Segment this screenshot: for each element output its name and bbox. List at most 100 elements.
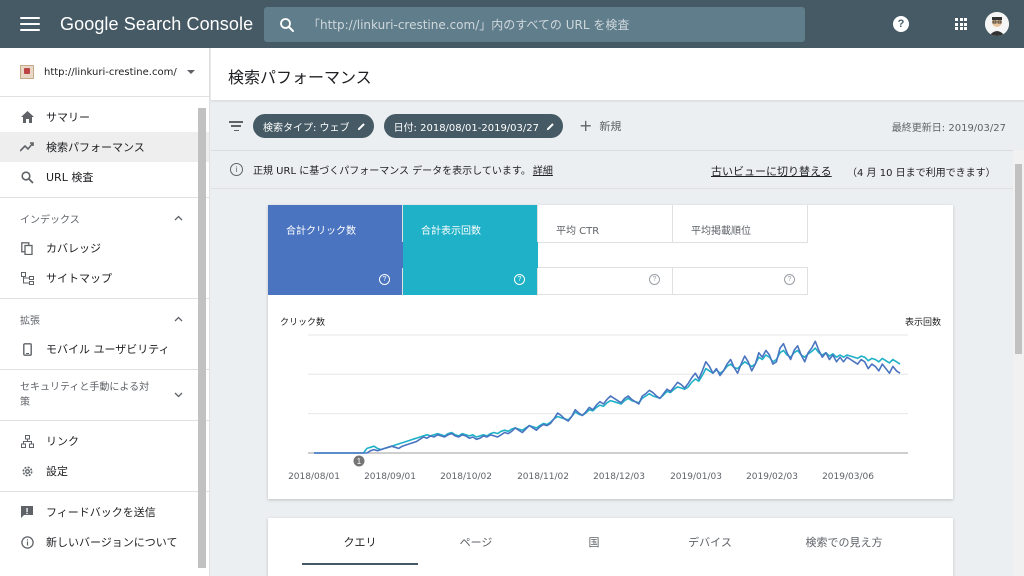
sidebar-item-label: 新しいバージョンについて — [46, 536, 178, 549]
help-icon[interactable]: ? — [379, 274, 390, 285]
x-tick-label: 2018/11/02 — [517, 472, 569, 482]
chevron-up-icon — [174, 215, 183, 221]
x-tick-label: 2019/03/06 — [822, 472, 874, 482]
metric-tabs: 合計クリック数 ? 合計表示回数 ? 平均 CTR ? 平均掲載順位 ? — [268, 205, 808, 295]
search-type-filter-chip[interactable]: 検索タイプ: ウェブ — [253, 114, 374, 138]
sidebar-section-security[interactable]: セキュリティと手動による対策 — [0, 375, 209, 415]
sidebar-item-url-inspection[interactable]: URL 検査 — [0, 162, 209, 192]
x-tick-label: 2018/10/02 — [440, 472, 492, 482]
divider — [0, 197, 209, 198]
performance-chart-card: 合計クリック数 ? 合計表示回数 ? 平均 CTR ? 平均掲載順位 ? クリッ… — [268, 205, 953, 499]
search-icon — [20, 170, 34, 184]
divider — [0, 491, 209, 492]
sidebar-item-performance[interactable]: 検索パフォーマンス — [0, 132, 209, 162]
url-inspect-search[interactable] — [264, 7, 805, 42]
help-icon[interactable]: ? — [893, 16, 909, 32]
metric-value-gap — [673, 242, 808, 268]
switch-old-view-link[interactable]: 古いビューに切り替える — [711, 163, 832, 179]
sidebar-item-label: カバレッジ — [46, 242, 101, 255]
help-icon[interactable]: ? — [649, 274, 660, 285]
new-filter-button[interactable]: + 新規 — [579, 118, 621, 134]
metric-label: 合計表示回数 — [421, 226, 481, 237]
sidebar-item-coverage[interactable]: カバレッジ — [0, 233, 209, 263]
sidebar-section-index[interactable]: インデックス — [0, 203, 209, 233]
sidebar-item-label: サイトマップ — [46, 272, 112, 285]
sitemap-icon — [20, 271, 34, 285]
sidebar-item-about-new-version[interactable]: 新しいバージョンについて — [0, 527, 209, 557]
page-header: 検索パフォーマンス — [211, 48, 1024, 101]
help-icon[interactable]: ? — [514, 274, 525, 285]
help-icon[interactable]: ? — [784, 274, 795, 285]
metric-label: 平均 CTR — [556, 226, 600, 237]
phone-icon — [20, 342, 34, 356]
account-avatar[interactable] — [985, 12, 1009, 36]
page-title: 検索パフォーマンス — [228, 68, 372, 87]
copy-icon — [20, 241, 34, 255]
x-tick-label: 2018/12/03 — [593, 472, 645, 482]
tab-devices[interactable]: デバイス — [688, 534, 732, 550]
scrollbar-thumb[interactable] — [1015, 164, 1022, 354]
clicks-series-line — [314, 340, 901, 454]
sidebar-item-label: サマリー — [46, 111, 90, 124]
dimension-tabs-card: クエリ ページ 国 デバイス 検索での見え方 — [268, 518, 953, 576]
chevron-up-icon — [174, 316, 183, 322]
info-icon — [20, 535, 34, 549]
tab-search-appearance[interactable]: 検索での見え方 — [806, 534, 883, 550]
annotation-marker-label: 1 — [357, 457, 362, 466]
site-favicon-icon — [20, 65, 34, 79]
main-content: i 正規 URL に基づくパフォーマンス データを表示しています。 詳細 古いビ… — [211, 150, 1013, 576]
performance-chart: クリック数 表示回数 1 2018/08/01 2018/09/01 2018/10… — [268, 309, 953, 499]
search-input[interactable] — [308, 17, 788, 32]
metric-value-gap — [403, 242, 538, 268]
active-tab-indicator — [302, 563, 418, 565]
divider — [0, 420, 209, 421]
metric-total-clicks[interactable]: 合計クリック数 ? — [268, 205, 403, 295]
divider — [0, 369, 209, 370]
sidebar-item-settings[interactable]: 設定 — [0, 456, 209, 486]
sidebar-item-feedback[interactable]: フィードバックを送信 — [0, 497, 209, 527]
apps-grid-icon[interactable] — [955, 18, 967, 30]
gear-icon — [20, 464, 34, 478]
avatar-icon — [985, 12, 1009, 36]
x-tick-label: 2018/08/01 — [288, 472, 340, 482]
details-link[interactable]: 詳細 — [533, 162, 553, 177]
last-updated: 最終更新日: 2019/03/27 — [891, 123, 1006, 134]
caret-down-icon — [187, 70, 195, 74]
metric-average-ctr[interactable]: 平均 CTR ? — [538, 205, 673, 295]
sidebar-item-mobile-usability[interactable]: モバイル ユーザビリティ — [0, 334, 209, 364]
sidebar-section-enhancements[interactable]: 拡張 — [0, 304, 209, 334]
notice-text: 正規 URL に基づくパフォーマンス データを表示しています。 — [253, 166, 531, 177]
divider — [0, 298, 209, 299]
metric-label: 合計クリック数 — [286, 226, 356, 237]
filter-icon[interactable] — [229, 121, 243, 131]
metric-average-position[interactable]: 平均掲載順位 ? — [673, 205, 808, 295]
links-icon — [20, 434, 34, 448]
tab-queries[interactable]: クエリ — [344, 534, 377, 550]
property-selector[interactable]: http://linkuri-crestine.com/ — [0, 48, 209, 97]
main-scrollbar[interactable] — [1013, 150, 1024, 576]
x-tick-label: 2019/02/03 — [746, 472, 798, 482]
x-tick-label: 2018/09/01 — [364, 472, 416, 482]
hamburger-menu-icon[interactable] — [20, 17, 40, 31]
date-filter-chip[interactable]: 日付: 2018/08/01-2019/03/27 — [383, 114, 563, 138]
chart-svg: 1 — [308, 334, 908, 467]
sidebar-item-summary[interactable]: サマリー — [0, 102, 209, 132]
home-icon — [20, 110, 34, 124]
section-label: インデックス — [20, 214, 80, 226]
section-label: セキュリティと手動による対策 — [20, 382, 150, 408]
sidebar-scrollbar[interactable] — [198, 108, 206, 568]
sidebar-item-label: モバイル ユーザビリティ — [46, 343, 170, 356]
feedback-icon — [20, 505, 34, 519]
app-title[interactable]: Google Search Console — [60, 14, 253, 35]
chip-label: 検索タイプ: ウェブ — [263, 122, 350, 134]
sidebar-item-sitemaps[interactable]: サイトマップ — [0, 263, 209, 293]
sidebar-item-label: 設定 — [46, 465, 68, 478]
sidebar-item-links[interactable]: リンク — [0, 426, 209, 456]
tab-pages[interactable]: ページ — [460, 534, 493, 550]
metric-total-impressions[interactable]: 合計表示回数 ? — [403, 205, 538, 295]
metric-value-gap — [538, 242, 673, 268]
tab-countries[interactable]: 国 — [589, 534, 600, 550]
filter-bar: 検索タイプ: ウェブ 日付: 2018/08/01-2019/03/27 + 新… — [211, 102, 1024, 150]
plus-icon: + — [579, 116, 593, 135]
sidebar-item-label: フィードバックを送信 — [46, 506, 156, 519]
